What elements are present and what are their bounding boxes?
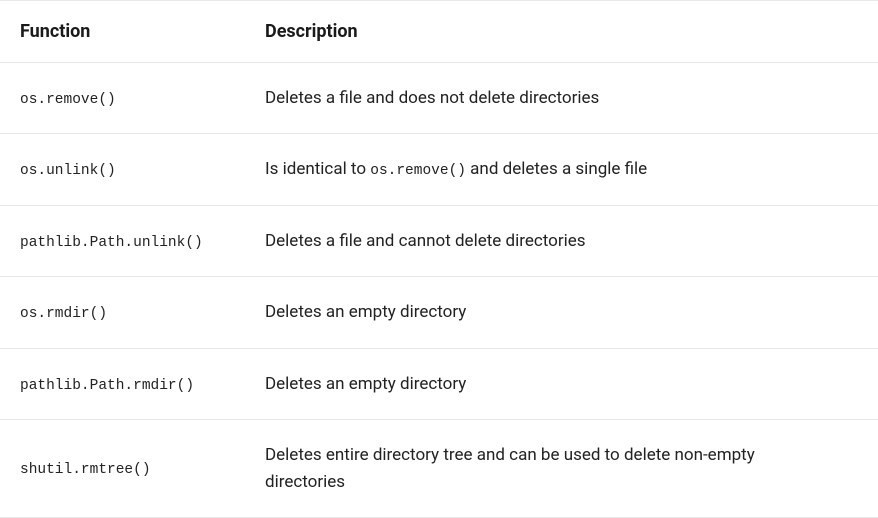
function-code: os.unlink() — [20, 163, 116, 179]
desc-text-before: Deletes an empty directory — [265, 374, 466, 394]
table-row: os.rmdir() Deletes an empty directory — [0, 277, 878, 348]
function-cell: pathlib.Path.rmdir() — [0, 348, 245, 419]
description-cell: Deletes entire directory tree and can be… — [245, 420, 878, 518]
desc-code: os.remove() — [370, 163, 466, 179]
table-row: pathlib.Path.rmdir() Deletes an empty di… — [0, 348, 878, 419]
function-cell: os.remove() — [0, 63, 245, 134]
description-cell: Is identical to os.remove() and deletes … — [245, 134, 878, 205]
description-cell: Deletes a file and cannot delete directo… — [245, 205, 878, 276]
table-row: shutil.rmtree() Deletes entire directory… — [0, 420, 878, 518]
col-header-function: Function — [0, 1, 245, 63]
table-row: pathlib.Path.unlink() Deletes a file and… — [0, 205, 878, 276]
description-cell: Deletes a file and does not delete direc… — [245, 63, 878, 134]
desc-text-before: Deletes entire directory tree and can be… — [265, 445, 755, 491]
desc-text-before: Deletes a file and does not delete direc… — [265, 88, 599, 108]
function-cell: shutil.rmtree() — [0, 420, 245, 518]
function-code: pathlib.Path.unlink() — [20, 235, 203, 251]
desc-text-before: Is identical to — [265, 159, 370, 179]
function-cell: os.rmdir() — [0, 277, 245, 348]
desc-text-after: and deletes a single file — [466, 159, 647, 179]
function-cell: os.unlink() — [0, 134, 245, 205]
table-row: os.remove() Deletes a file and does not … — [0, 63, 878, 134]
desc-text-before: Deletes a file and cannot delete directo… — [265, 231, 586, 251]
function-code: os.remove() — [20, 92, 116, 108]
function-code: shutil.rmtree() — [20, 462, 151, 478]
function-code: os.rmdir() — [20, 306, 107, 322]
description-cell: Deletes an empty directory — [245, 348, 878, 419]
function-cell: pathlib.Path.unlink() — [0, 205, 245, 276]
desc-text-before: Deletes an empty directory — [265, 302, 466, 322]
table-header-row: Function Description — [0, 1, 878, 63]
col-header-description: Description — [245, 1, 878, 63]
table-row: os.unlink() Is identical to os.remove() … — [0, 134, 878, 205]
function-code: pathlib.Path.rmdir() — [20, 378, 194, 394]
description-cell: Deletes an empty directory — [245, 277, 878, 348]
functions-table: Function Description os.remove() Deletes… — [0, 0, 878, 518]
